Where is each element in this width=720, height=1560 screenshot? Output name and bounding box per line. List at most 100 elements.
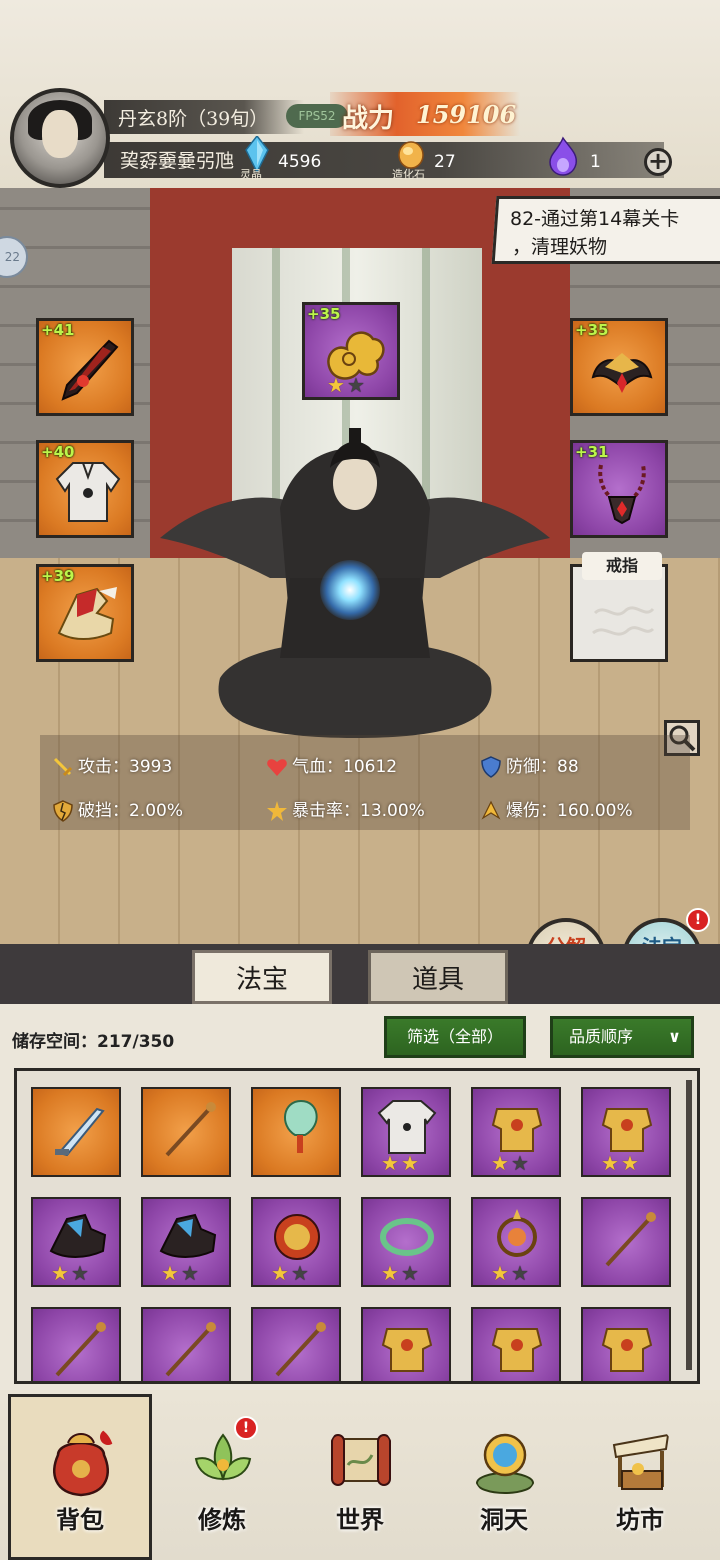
inventory-scrollbar[interactable] — [686, 1080, 692, 1370]
star-empty: ★ — [400, 1261, 419, 1285]
resource-purple-flame[interactable] — [546, 136, 580, 180]
star-empty: ★ — [510, 1261, 529, 1285]
star-gold: ★ — [327, 373, 345, 397]
blade-icon — [61, 339, 119, 401]
purple-flame-icon — [549, 136, 578, 176]
resource-caption: 灵晶 — [240, 168, 262, 181]
nav-cultivate-label: 修炼 — [198, 1505, 246, 1534]
star-empty: ★ — [70, 1261, 89, 1285]
resource-caption: 造化石 — [392, 168, 425, 181]
nav-world[interactable]: 世界 — [300, 1405, 420, 1545]
avatar-face — [42, 110, 78, 158]
tab-bar — [0, 944, 720, 1006]
player-name: 巭孬嫑嘦弜虺 — [120, 150, 235, 172]
staff-icon — [275, 1322, 326, 1377]
inventory-item[interactable]: ★ ★ — [141, 1197, 231, 1287]
stat-break-block: 破挡：2.00% — [52, 796, 183, 822]
inventory-item[interactable]: ★ ★ — [31, 1197, 121, 1287]
resource-value: 4596 — [278, 152, 322, 172]
nav-bag[interactable]: 背包 — [20, 1405, 140, 1545]
star-rating: ★ ★ — [51, 1263, 89, 1283]
spirit-orb — [320, 560, 380, 620]
inventory-item[interactable]: ★ ★ — [471, 1197, 561, 1287]
filter-button[interactable]: 筛选（全部） — [384, 1016, 526, 1058]
inventory-item[interactable] — [581, 1307, 671, 1381]
star-rating: ★ ★ — [271, 1263, 309, 1283]
shield-icon — [481, 756, 501, 778]
inventory-item[interactable] — [361, 1307, 451, 1381]
inventory-item[interactable] — [471, 1307, 561, 1381]
stat-attack: 攻击：3993 — [52, 752, 172, 778]
nav-cultivate[interactable]: 修炼 — [162, 1405, 282, 1545]
stat-attack-text: 攻击：3993 — [78, 757, 173, 777]
inventory-item[interactable]: ★ ★ — [471, 1087, 561, 1177]
stat-defense-text: 防御：88 — [506, 757, 579, 777]
equip-slot-treasure[interactable]: +35 ★ ★ — [302, 302, 400, 400]
inventory-item[interactable] — [581, 1197, 671, 1287]
equip-slot-boots[interactable]: +39 — [36, 564, 134, 662]
equip-slot-crown[interactable]: +35 — [570, 318, 668, 416]
stat-hp: 气血：10612 — [266, 752, 397, 778]
star-rating: ★ ★ — [491, 1263, 529, 1283]
nav-grotto-label: 洞天 — [480, 1505, 528, 1534]
heart-icon — [267, 759, 287, 776]
lion-head-icon — [274, 1214, 320, 1260]
equip-slot-weapon[interactable]: +41 — [36, 318, 134, 416]
staff-icon — [55, 1322, 106, 1377]
power-label: 战力 — [342, 104, 395, 134]
star-gold: ★ — [400, 1151, 419, 1175]
sort-dropdown[interactable]: 品质顺序 ∨ — [550, 1016, 694, 1058]
star-empty: ★ — [290, 1261, 309, 1285]
nav-market[interactable]: 坊市 — [580, 1405, 700, 1545]
power-value: 159106 — [416, 100, 517, 129]
add-resource-button[interactable]: + — [644, 148, 672, 176]
fps-counter: FPS52 — [286, 104, 348, 128]
orb-amulet-icon — [497, 1209, 537, 1257]
star-rating: ★ ★ — [601, 1153, 639, 1173]
star-empty: ★ — [180, 1261, 199, 1285]
cultivation-rank: 丹玄8阶（39旬） — [118, 108, 269, 130]
inventory-item[interactable]: ★ ★ — [361, 1197, 451, 1287]
inventory-item[interactable]: ★ ★ — [251, 1197, 341, 1287]
equip-slot-necklace[interactable]: +31 — [570, 440, 668, 538]
star-rating: ★ ★ — [161, 1263, 199, 1283]
star-rating: ★ ★ — [381, 1263, 419, 1283]
sort-label: 品质顺序 — [569, 1027, 634, 1046]
inventory-grid: ★ ★ ★ ★ ★ ★ ★ ★ ★ ★ ★ ★ ★ ★ ★ ★ — [14, 1068, 700, 1384]
nav-market-label: 坊市 — [616, 1505, 664, 1534]
golden-armor-icon — [491, 1108, 543, 1152]
inventory-item[interactable]: ★ ★ — [361, 1087, 451, 1177]
staff-icon — [605, 1212, 656, 1267]
resource-value: 1 — [590, 152, 601, 172]
stat-crit-damage: 爆伤：160.00% — [480, 796, 633, 822]
ring-placeholder-icon — [592, 606, 655, 636]
shoe-icon — [49, 1213, 107, 1258]
inventory-item[interactable] — [31, 1087, 121, 1177]
star-gold: ★ — [271, 1261, 289, 1285]
inventory-item[interactable] — [141, 1307, 231, 1381]
nav-world-label: 世界 — [336, 1505, 384, 1534]
stat-crit-rate: 暴击率：13.00% — [266, 796, 425, 822]
market-stall-icon — [612, 1433, 670, 1490]
nav-grotto[interactable]: 洞天 — [444, 1405, 564, 1545]
staff-icon — [165, 1102, 216, 1157]
scroll-map-icon — [331, 1434, 391, 1486]
inventory-item[interactable] — [251, 1087, 341, 1177]
portal-icon — [476, 1433, 534, 1494]
tab-items[interactable]: 道具 — [368, 950, 508, 1004]
star-rating: ★ ★ — [327, 375, 365, 395]
robe-icon — [377, 1100, 437, 1154]
inventory-item[interactable]: ★ ★ — [581, 1087, 671, 1177]
star-gold: ★ — [381, 1151, 399, 1175]
sword-icon — [55, 1107, 105, 1157]
star-gold: ★ — [161, 1261, 179, 1285]
inventory-item[interactable] — [141, 1087, 231, 1177]
equip-slot-armor[interactable]: +40 — [36, 440, 134, 538]
player-avatar[interactable] — [10, 88, 110, 188]
inventory-item[interactable] — [251, 1307, 341, 1381]
inventory-item[interactable] — [31, 1307, 121, 1381]
alert-badge: ! — [686, 908, 710, 932]
tab-treasures[interactable]: 法宝 — [192, 950, 332, 1004]
star-empty: ★ — [510, 1151, 529, 1175]
robe-icon — [55, 462, 121, 522]
